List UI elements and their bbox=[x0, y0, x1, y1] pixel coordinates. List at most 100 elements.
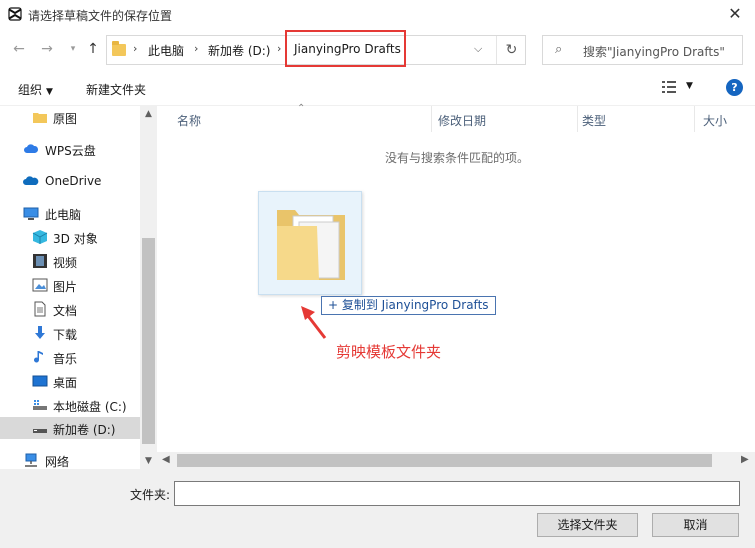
up-arrow-icon[interactable]: ↑ bbox=[84, 40, 102, 58]
empty-message: 没有与搜索条件匹配的项。 bbox=[385, 151, 530, 165]
column-modified-date[interactable]: 修改日期 bbox=[432, 106, 578, 132]
sidebar-item-network[interactable]: 网络 bbox=[0, 449, 140, 469]
sidebar-item-3d-objects[interactable]: 3D 对象 bbox=[0, 226, 140, 248]
sidebar-item-documents[interactable]: 文档 bbox=[0, 298, 140, 320]
drive-icon bbox=[33, 429, 47, 433]
breadcrumb-this-pc[interactable]: 此电脑 bbox=[148, 42, 184, 59]
folder-icon bbox=[277, 210, 345, 280]
cancel-button[interactable]: 取消 bbox=[652, 513, 739, 537]
folder-icon bbox=[33, 113, 47, 123]
sidebar-item-label: 新加卷 (D:) bbox=[53, 423, 116, 437]
sidebar-item-local-disk-c[interactable]: 本地磁盘 (C:) bbox=[0, 394, 140, 416]
scrollbar-thumb[interactable] bbox=[142, 238, 155, 444]
network-icon bbox=[25, 453, 37, 467]
sidebar-item-label: 网络 bbox=[45, 455, 70, 469]
scroll-left-icon[interactable]: ◀ bbox=[162, 454, 170, 465]
new-folder-label: 新建文件夹 bbox=[86, 83, 147, 97]
breadcrumb-drive-d[interactable]: 新加卷 (D:) bbox=[208, 42, 270, 59]
cube-icon bbox=[32, 230, 48, 244]
organize-button[interactable]: 组织 ▼ bbox=[18, 81, 53, 98]
sidebar-item-label: WPS云盘 bbox=[45, 144, 96, 158]
sidebar-item-this-pc[interactable]: 此电脑 bbox=[0, 202, 140, 224]
chevron-right-icon: › bbox=[194, 42, 199, 55]
sidebar-item-label: 视频 bbox=[53, 256, 78, 270]
sidebar-item-label: 下载 bbox=[53, 328, 78, 342]
close-icon[interactable]: ✕ bbox=[725, 4, 745, 24]
column-label: 名称 bbox=[177, 114, 202, 128]
folder-input[interactable] bbox=[174, 481, 740, 506]
sidebar-item-label: 桌面 bbox=[53, 376, 78, 390]
annotation-arrow-icon bbox=[301, 306, 327, 339]
sidebar-item-label: OneDrive bbox=[45, 174, 102, 188]
sidebar-item-videos[interactable]: 视频 bbox=[0, 250, 140, 272]
column-type[interactable]: 类型 bbox=[578, 106, 695, 132]
sidebar-item-label: 原图 bbox=[53, 112, 78, 126]
sidebar-item-onedrive[interactable]: OneDrive bbox=[0, 170, 140, 192]
address-bar[interactable]: › 此电脑 › 新加卷 (D:) › JianyingPro Drafts ⌵ … bbox=[106, 30, 526, 67]
column-name[interactable]: 名称 ⌃ bbox=[157, 103, 432, 132]
scroll-up-icon[interactable]: ▲ bbox=[142, 109, 155, 119]
sidebar-item-pictures[interactable]: 图片 bbox=[0, 274, 140, 296]
organize-label: 组织 bbox=[18, 83, 43, 97]
cloud-icon bbox=[23, 176, 39, 185]
footer-panel: 文件夹: 选择文件夹 取消 bbox=[0, 469, 755, 548]
sidebar-item-label: 音乐 bbox=[53, 352, 78, 366]
forward-arrow-icon[interactable]: → bbox=[38, 40, 56, 58]
music-icon bbox=[34, 351, 43, 363]
computer-icon bbox=[23, 207, 39, 220]
sidebar-item-wps-cloud[interactable]: WPS云盘 bbox=[0, 138, 140, 160]
refresh-icon[interactable]: ↻ bbox=[496, 36, 526, 64]
capcut-logo-icon bbox=[8, 7, 22, 21]
sidebar-scrollbar[interactable]: ▲ ▼ bbox=[140, 106, 157, 469]
drag-preview bbox=[258, 191, 362, 295]
folder-icon bbox=[112, 41, 126, 56]
help-icon[interactable]: ? bbox=[726, 79, 743, 96]
caret-down-icon: ▼ bbox=[46, 87, 53, 97]
chevron-down-icon[interactable]: ⌵ bbox=[474, 42, 482, 56]
sidebar-item-music[interactable]: 音乐 bbox=[0, 346, 140, 368]
view-caret-icon[interactable]: ▼ bbox=[686, 81, 693, 91]
film-icon bbox=[33, 254, 47, 268]
sidebar-item-label: 此电脑 bbox=[45, 208, 82, 222]
window-title: 请选择草稿文件的保存位置 bbox=[28, 9, 173, 23]
drive-icon bbox=[33, 400, 47, 410]
sidebar-item-label: 文档 bbox=[53, 304, 78, 318]
chevron-right-icon: › bbox=[133, 42, 138, 55]
column-label: 大小 bbox=[703, 114, 728, 128]
sort-up-icon: ⌃ bbox=[297, 103, 306, 114]
search-placeholder: 搜索"JianyingPro Drafts" bbox=[583, 45, 725, 59]
scrollbar-thumb[interactable] bbox=[177, 454, 712, 467]
annotation-label: 剪映模板文件夹 bbox=[336, 343, 442, 361]
sidebar-item-downloads[interactable]: 下载 bbox=[0, 322, 140, 344]
column-size[interactable]: 大小 bbox=[695, 106, 755, 132]
column-label: 修改日期 bbox=[438, 114, 487, 128]
new-folder-button[interactable]: 新建文件夹 bbox=[86, 81, 146, 98]
navigation-bar: ← → ▾ ↑ › 此电脑 › 新加卷 (D:) › JianyingPro D… bbox=[0, 30, 755, 70]
navigation-pane: 原图 WPS云盘 OneDrive 此电脑 3D 对象 视频 图片 文档 下载 … bbox=[0, 106, 157, 469]
desktop-icon bbox=[32, 375, 48, 387]
search-box[interactable]: ⌕ 搜索"JianyingPro Drafts" bbox=[542, 35, 743, 65]
folder-field-label: 文件夹: bbox=[130, 488, 171, 502]
toolbar: 组织 ▼ 新建文件夹 ▼ ? bbox=[0, 70, 755, 106]
sidebar-item-label: 3D 对象 bbox=[53, 232, 98, 246]
scroll-down-icon[interactable]: ▼ bbox=[142, 456, 155, 466]
sidebar-item-new-volume-d[interactable]: 新加卷 (D:) bbox=[0, 417, 140, 439]
sidebar-item-desktop[interactable]: 桌面 bbox=[0, 370, 140, 392]
back-arrow-icon[interactable]: ← bbox=[10, 40, 28, 58]
picture-icon bbox=[32, 278, 48, 292]
sidebar-item-original-images[interactable]: 原图 bbox=[0, 106, 140, 128]
document-icon bbox=[34, 301, 46, 317]
file-list[interactable]: 名称 ⌃ 修改日期 类型 大小 没有与搜索条件匹配的项。 + 复制到 Jiany… bbox=[157, 103, 755, 469]
column-label: 类型 bbox=[582, 114, 607, 128]
search-icon: ⌕ bbox=[555, 42, 563, 57]
recent-dropdown-icon[interactable]: ▾ bbox=[64, 40, 82, 58]
view-options-icon[interactable] bbox=[662, 81, 676, 93]
title-bar: 请选择草稿文件的保存位置 ✕ bbox=[0, 0, 755, 30]
horizontal-scrollbar[interactable]: ◀ ▶ bbox=[157, 452, 755, 469]
select-folder-button[interactable]: 选择文件夹 bbox=[537, 513, 638, 537]
chevron-right-icon: › bbox=[277, 42, 282, 55]
scroll-right-icon[interactable]: ▶ bbox=[741, 454, 749, 465]
sidebar-item-label: 本地磁盘 (C:) bbox=[53, 400, 127, 414]
sidebar-item-label: 图片 bbox=[53, 280, 78, 294]
highlight-box bbox=[285, 30, 406, 67]
